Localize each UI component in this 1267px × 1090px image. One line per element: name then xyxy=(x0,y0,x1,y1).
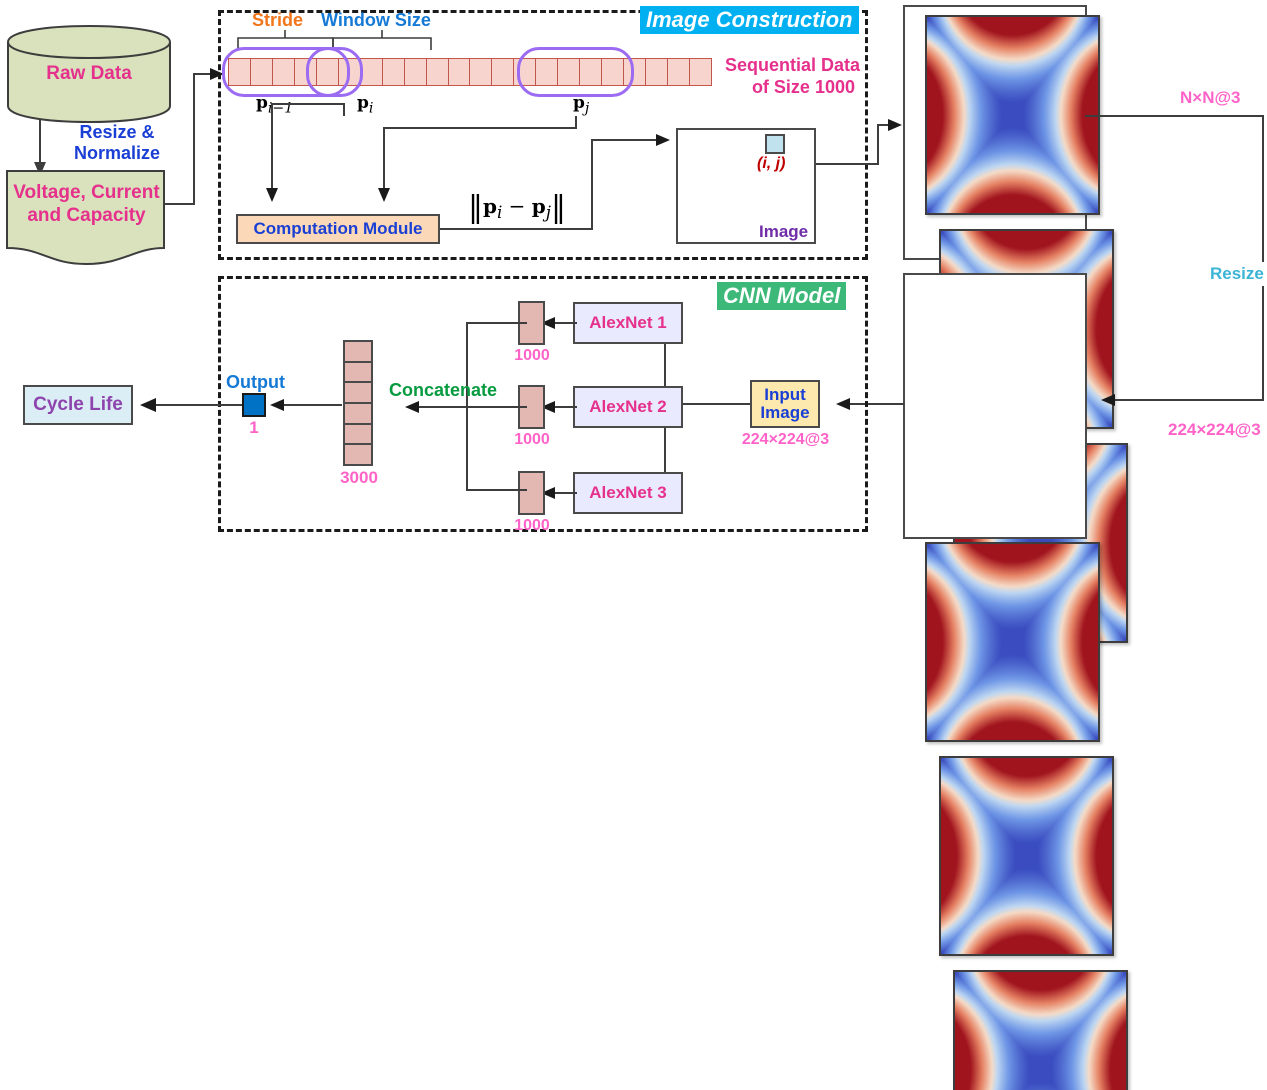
bottom-image-stack-frame xyxy=(903,273,1087,539)
sequence-cell xyxy=(470,59,493,85)
heatmap-layer-3 xyxy=(925,15,1100,215)
concat-size-label: 3000 xyxy=(340,468,378,487)
sequence-cell xyxy=(668,59,691,85)
processed-label-line2: and Capacity xyxy=(27,204,146,226)
pixel-cell-ij xyxy=(765,134,785,154)
resize-normalize-label: Resize & Normalize xyxy=(74,122,160,164)
heatmap-canvas xyxy=(927,17,1098,213)
sequence-cell xyxy=(382,59,405,85)
input-image-box: Input Image xyxy=(750,380,820,428)
feature-size-label-3: 1000 xyxy=(514,517,550,534)
sequence-caption-line1: Sequential Data xyxy=(725,55,861,75)
heatmap-canvas xyxy=(955,972,1126,1090)
output-label: Output xyxy=(226,372,285,392)
output-size-label: 1 xyxy=(249,418,259,437)
sequence-cell xyxy=(360,59,383,85)
concat-to-output-arrow xyxy=(270,399,342,411)
heatmap-canvas xyxy=(941,758,1112,954)
concat-segment xyxy=(343,445,373,467)
sequence-cell xyxy=(404,59,427,85)
resize-path-connector xyxy=(1085,115,1264,406)
cnn-model-title: CNN Model xyxy=(717,282,847,310)
heatmap-layer-1-bottom xyxy=(953,970,1128,1090)
computation-module-box: Computation Module xyxy=(236,214,440,244)
concat-segment xyxy=(343,362,373,384)
top-image-stack xyxy=(903,5,1128,643)
sequence-cell xyxy=(690,59,711,85)
selection-window-p-j xyxy=(517,47,634,97)
concat-segment xyxy=(343,424,373,446)
image-box-label: Image xyxy=(759,222,809,241)
alexnet-3-box: AlexNet 3 xyxy=(573,472,683,514)
sequence-cell xyxy=(448,59,471,85)
resize-right-text: Resize xyxy=(1210,264,1264,283)
top-stack-size-label: N×N@3 xyxy=(1180,88,1241,107)
bottom-image-stack xyxy=(903,528,1128,1090)
resize-right-label: Resize xyxy=(1209,262,1265,286)
raw-data-label: Raw Data xyxy=(46,63,132,84)
heatmap-canvas xyxy=(927,544,1098,740)
resize-label-line2: Normalize xyxy=(74,143,161,164)
features-to-concat-merge xyxy=(405,322,527,491)
stride-label: Stride xyxy=(252,10,304,30)
raw-data-node: Raw Data xyxy=(4,24,174,124)
processed-data-label: Voltage, Current and Capacity xyxy=(4,182,169,228)
image-construction-title: Image Construction xyxy=(640,6,859,34)
alexnet-1-box: AlexNet 1 xyxy=(573,302,683,344)
window-size-label: Window Size xyxy=(321,10,431,30)
resize-label-line1: Resize & xyxy=(79,122,155,142)
pixel-coordinate-label: (i, j) xyxy=(757,155,786,172)
computation-to-image-connector xyxy=(440,134,670,230)
sequence-cell xyxy=(426,59,449,85)
input-image-line2: Image xyxy=(760,403,810,422)
input-image-line1: Input xyxy=(764,385,806,405)
image-to-stack-connector xyxy=(816,119,902,165)
heatmap-layer-3-bottom xyxy=(925,542,1100,742)
selection-window-p-i xyxy=(306,47,350,97)
sequence-cell xyxy=(492,59,515,85)
concatenate-label: Concatenate xyxy=(389,380,498,400)
processed-label-line1: Voltage, Current xyxy=(13,182,160,203)
output-to-cycle-life-arrow xyxy=(140,398,242,412)
sequence-cell xyxy=(646,59,669,85)
sequence-caption-line2: of Size 1000 xyxy=(751,76,855,97)
concat-segment xyxy=(343,340,373,363)
cycle-life-box: Cycle Life xyxy=(23,385,133,425)
sequential-data-caption: Sequential Data of Size 1000 xyxy=(725,55,861,98)
heatmap-layer-2-bottom xyxy=(939,756,1114,956)
alexnet-2-box: AlexNet 2 xyxy=(573,386,683,428)
bottom-stack-size-label: 224×224@3 xyxy=(1168,420,1261,439)
processed-data-node: Voltage, Current and Capacity xyxy=(4,168,169,266)
